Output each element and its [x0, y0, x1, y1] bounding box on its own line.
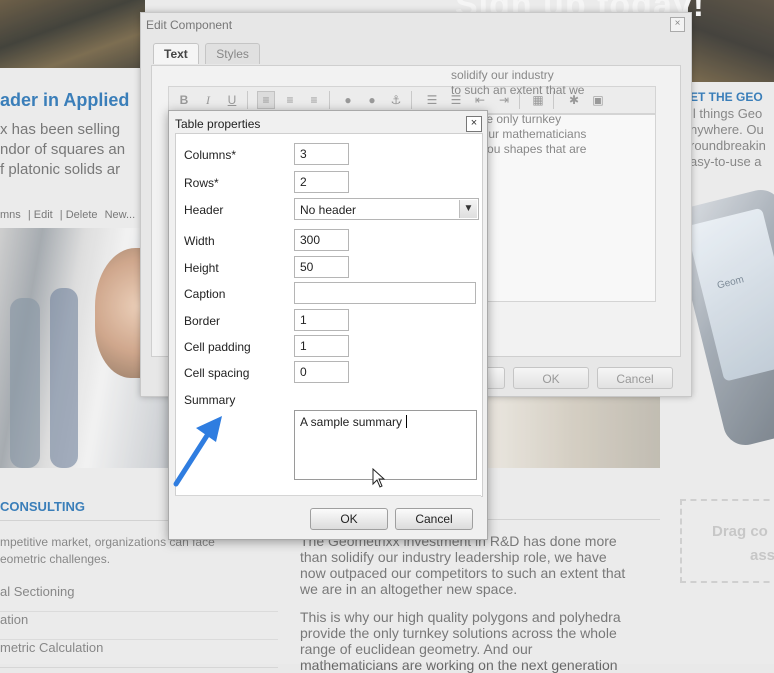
height-label: Height	[184, 261, 219, 275]
width-label: Width	[184, 234, 215, 248]
required-marker: *	[214, 176, 219, 190]
align-center-icon[interactable]: ≡	[281, 91, 299, 109]
table-dialog-footer: OK Cancel	[175, 495, 481, 534]
table-dialog-title: Table properties	[175, 117, 261, 131]
align-left-icon[interactable]: ≡	[257, 91, 275, 109]
bulleted-list-icon[interactable]: ☰	[423, 91, 441, 109]
chevron-down-icon[interactable]: ▼	[459, 200, 477, 218]
italic-button[interactable]: I	[199, 91, 217, 109]
unlink-icon[interactable]: ●	[363, 91, 381, 109]
cell-spacing-input[interactable]: 0	[294, 361, 349, 383]
height-input[interactable]: 50	[294, 256, 349, 278]
align-right-icon[interactable]: ≡	[305, 91, 323, 109]
edit-dialog-cancel-button[interactable]: Cancel	[597, 367, 673, 389]
edit-dialog-close-icon[interactable]: ×	[670, 17, 685, 32]
border-label: Border	[184, 314, 221, 328]
editor-line: solidify our industry	[451, 68, 554, 82]
caption-input[interactable]	[294, 282, 476, 304]
link-icon[interactable]: ●	[339, 91, 357, 109]
columns-label: Columns*	[184, 148, 237, 162]
required-marker: *	[231, 148, 237, 162]
header-select[interactable]: No header ▼	[294, 198, 479, 220]
editor-line: to such an extent that we	[451, 83, 585, 97]
text-caret	[406, 415, 408, 428]
annotation-arrow-icon	[173, 416, 222, 487]
bold-button[interactable]: B	[175, 91, 193, 109]
width-input[interactable]: 300	[294, 229, 349, 251]
cell-spacing-label: Cell spacing	[184, 366, 250, 380]
ok-button[interactable]: OK	[310, 508, 388, 530]
tab-text[interactable]: Text	[153, 43, 199, 64]
caption-label: Caption	[184, 287, 226, 301]
underline-button[interactable]: U	[223, 91, 241, 109]
anchor-icon[interactable]: ⚓	[387, 91, 405, 109]
edit-dialog-title: Edit Component	[146, 18, 233, 32]
edit-dialog-ok-button[interactable]: OK	[513, 367, 589, 389]
close-icon[interactable]: ×	[466, 116, 482, 132]
columns-input[interactable]: 3	[294, 143, 349, 165]
border-input[interactable]: 1	[294, 309, 349, 331]
summary-label: Summary	[184, 393, 236, 407]
header-label: Header	[184, 203, 224, 217]
image-icon[interactable]: ▣	[589, 91, 607, 109]
rows-input[interactable]: 2	[294, 171, 349, 193]
cell-padding-input[interactable]: 1	[294, 335, 349, 357]
header-select-value: No header	[300, 203, 357, 217]
cancel-button[interactable]: Cancel	[395, 508, 473, 530]
edit-dialog-tabs: Text Styles	[153, 43, 262, 65]
tab-styles[interactable]: Styles	[205, 43, 260, 64]
rows-label: Rows*	[184, 176, 219, 190]
mouse-pointer-icon	[372, 468, 386, 488]
summary-text: A sample summary	[300, 415, 403, 429]
cell-padding-label: Cell padding	[184, 340, 251, 354]
